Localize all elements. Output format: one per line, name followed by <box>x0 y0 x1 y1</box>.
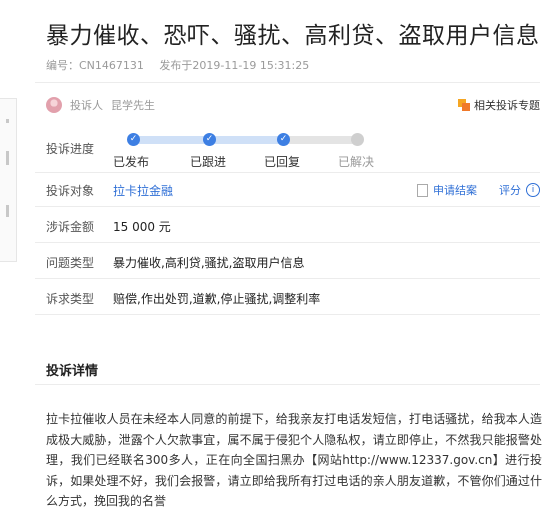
step-check-icon: ✓ <box>203 133 216 146</box>
step-pending-dot <box>351 133 364 146</box>
issue-type-value: 暴力催收,高利贷,骚扰,盗取用户信息 <box>113 256 305 270</box>
complainant-label: 投诉人 <box>70 99 103 112</box>
divider <box>35 314 540 315</box>
target-company-link[interactable]: 拉卡拉金融 <box>113 182 173 199</box>
related-topics-label: 相关投诉专题 <box>474 99 540 112</box>
avatar[interactable] <box>46 97 62 113</box>
complaint-detail-text: 拉卡拉催收人员在未经本人同意的前提下，给我亲友打电话发短信，打电话骚扰，给我本人… <box>46 412 542 508</box>
divider <box>35 172 540 173</box>
divider <box>35 206 540 207</box>
complaint-meta: 编号：CN1467131 发布于2019-11-19 15:31:25 <box>46 57 321 73</box>
progress-label: 投诉进度 <box>46 142 95 156</box>
document-icon <box>417 183 428 197</box>
info-icon[interactable]: i <box>526 183 540 197</box>
side-toolbar-mark <box>6 205 9 217</box>
demand-type-label: 诉求类型 <box>46 292 95 306</box>
complainant-name[interactable]: 昆学先生 <box>111 97 155 113</box>
complaint-id: 编号：CN1467131 <box>46 59 144 72</box>
amount-label: 涉诉金额 <box>46 220 95 234</box>
step-published: 已发布 <box>113 155 150 169</box>
rate-link[interactable]: 评分 <box>499 182 521 198</box>
divider <box>35 384 540 385</box>
step-check-icon: ✓ <box>277 133 290 146</box>
demand-type-value: 赔偿,作出处罚,道歉,停止骚扰,调整利率 <box>113 292 321 306</box>
publish-time: 发布于2019-11-19 15:31:25 <box>159 59 310 72</box>
side-toolbar <box>0 98 17 262</box>
complaint-actions: 申请结案 评分 i <box>417 182 540 198</box>
step-check-icon: ✓ <box>127 133 140 146</box>
side-toolbar-mark <box>6 151 9 165</box>
side-toolbar-mark <box>6 119 9 123</box>
progress-tracker: ✓ ✓ ✓ 已发布 已跟进 已回复 已解决 <box>113 131 378 171</box>
details-section-title: 投诉详情 <box>46 364 99 379</box>
complainant: 投诉人 昆学先生 <box>46 95 155 115</box>
divider <box>35 82 540 83</box>
step-replied: 已回复 <box>264 155 301 169</box>
target-label: 投诉对象 <box>46 184 95 198</box>
related-topics-link[interactable]: 相关投诉专题 <box>458 97 540 113</box>
step-resolved: 已解决 <box>338 155 375 169</box>
amount-value: 15 000 元 <box>113 220 171 234</box>
divider <box>35 278 540 279</box>
divider <box>35 242 540 243</box>
step-followed: 已跟进 <box>190 155 227 169</box>
page-title: 暴力催收、恐吓、骚扰、高利贷、盗取用户信息 <box>46 23 540 49</box>
apply-close-link[interactable]: 申请结案 <box>433 182 477 198</box>
issue-type-label: 问题类型 <box>46 256 95 270</box>
topic-icon <box>458 99 470 111</box>
